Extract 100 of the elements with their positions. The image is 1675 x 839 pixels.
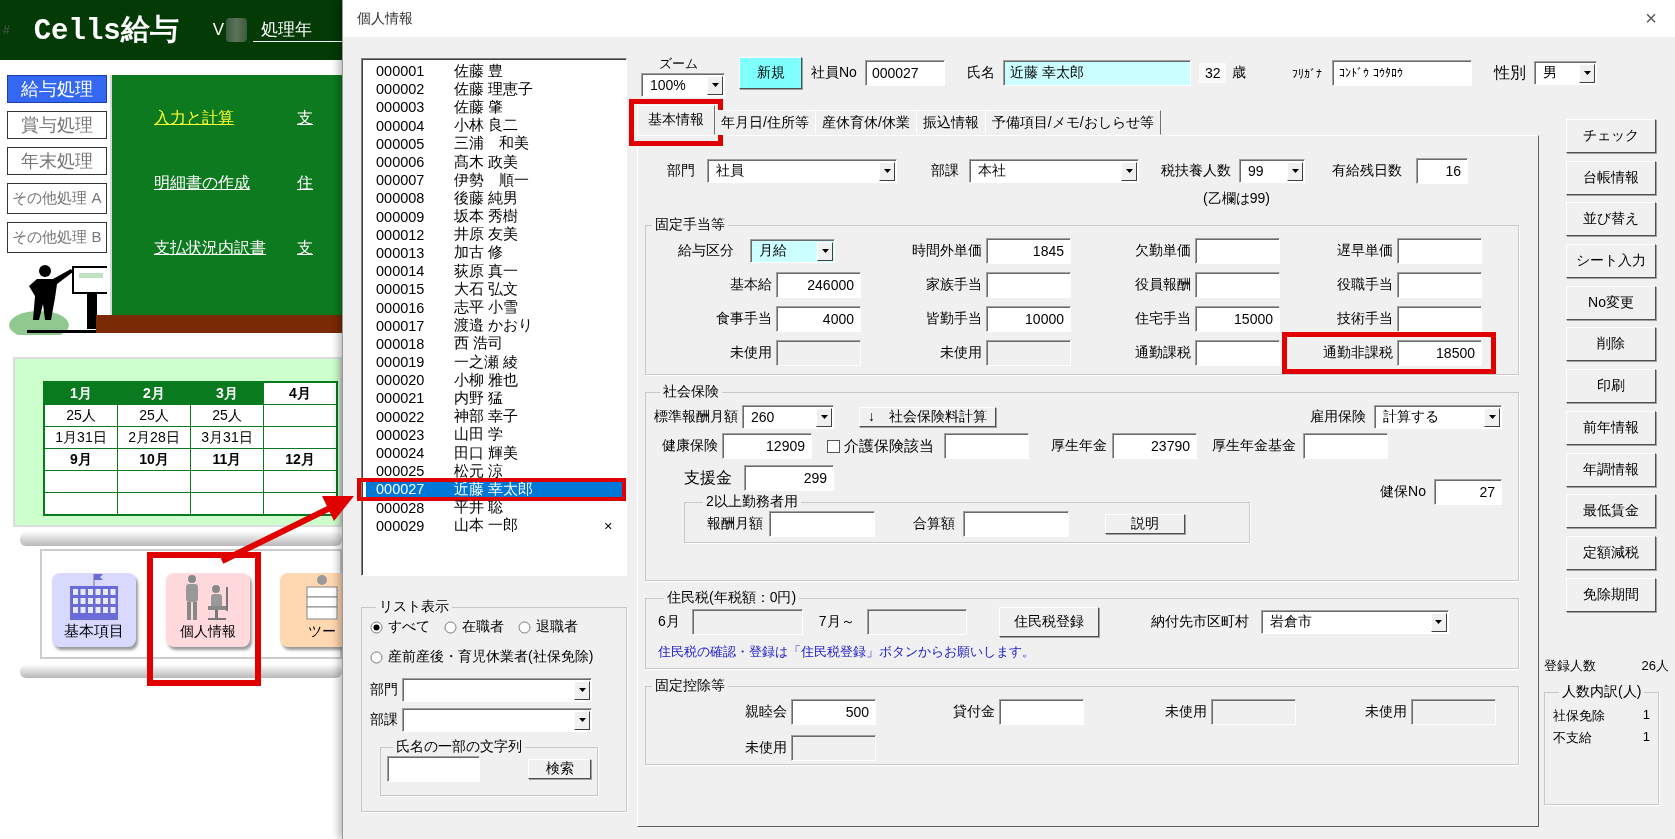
input-field[interactable]: 23790 xyxy=(1112,433,1197,459)
push-button[interactable]: 住民税登録 xyxy=(998,607,1099,637)
dropdown[interactable]: 男 xyxy=(1534,61,1598,85)
push-button[interactable]: 台帳情報 xyxy=(1566,160,1656,195)
input-field[interactable] xyxy=(999,699,1084,725)
menu-button[interactable]: その他処理 B xyxy=(7,222,107,253)
list-item[interactable]: 000007 伊勢 順一 xyxy=(366,171,623,190)
board-link[interactable]: 住 xyxy=(297,173,342,194)
input-field[interactable]: 18500 xyxy=(1397,340,1482,366)
list-item[interactable]: 000025 松元 涼 xyxy=(366,462,623,481)
tab[interactable]: 基本情報 xyxy=(637,105,715,135)
menu-tile[interactable]: 個人情報 xyxy=(166,573,250,647)
push-button[interactable]: No変更 xyxy=(1566,285,1656,320)
push-button[interactable]: 並び替え xyxy=(1566,202,1656,237)
input-field[interactable] xyxy=(986,272,1071,298)
list-item[interactable]: 000029 山本 一郎 × xyxy=(366,516,623,535)
dropdown[interactable]: 社員 xyxy=(707,159,897,183)
list-item[interactable]: 000024 田口 輝美 xyxy=(366,443,623,463)
input-field[interactable] xyxy=(1303,433,1388,459)
push-button[interactable]: 免除期間 xyxy=(1566,577,1656,612)
menu-tile[interactable]: ツー xyxy=(280,573,342,647)
list-item[interactable]: 000012 井原 友美 xyxy=(366,225,623,244)
push-button[interactable]: 削除 xyxy=(1566,327,1656,362)
list-item[interactable]: 000022 神部 幸子 xyxy=(366,407,623,426)
dropdown[interactable]: 100% xyxy=(641,73,725,97)
list-item[interactable]: 000018 西 浩司 xyxy=(366,334,623,353)
list-item[interactable]: 000019 一之瀬 綾 xyxy=(366,353,623,372)
dropdown[interactable]: 月給 xyxy=(750,239,835,263)
list-item[interactable]: 000006 髙木 政美 xyxy=(366,152,623,172)
list-item[interactable]: 000003 佐藤 肇 xyxy=(366,98,623,117)
list-item[interactable]: 000004 小林 良二 xyxy=(366,116,623,135)
menu-button[interactable]: 賞与処理 xyxy=(7,111,107,139)
input-field[interactable]: 4000 xyxy=(776,306,861,332)
push-button[interactable]: 説明 xyxy=(1105,514,1185,534)
board-link[interactable]: 支 xyxy=(297,108,342,129)
push-button[interactable]: ↓ 社会保険料計算 xyxy=(859,407,996,427)
list-item[interactable]: 000028 平井 聡 xyxy=(366,498,623,517)
list-item[interactable]: 000001 佐藤 豊 xyxy=(366,62,623,81)
dropdown[interactable] xyxy=(402,678,592,702)
input-field[interactable] xyxy=(1195,272,1280,298)
dropdown[interactable]: 岩倉市 xyxy=(1260,610,1449,634)
input-field[interactable] xyxy=(769,511,875,537)
input-field[interactable]: 15000 xyxy=(1195,306,1280,332)
push-button[interactable]: 検索 xyxy=(528,759,591,779)
tab[interactable]: 振込情報 xyxy=(915,110,986,135)
push-button[interactable]: シート入力 xyxy=(1566,244,1656,279)
board-link[interactable]: 入力と計算 xyxy=(154,108,297,129)
list-item[interactable]: 000020 小柳 雅也 xyxy=(366,371,623,390)
board-link[interactable]: 支払状況内訳書 xyxy=(154,238,297,259)
list-item[interactable]: 000015 大石 弘文 xyxy=(366,280,623,299)
list-item[interactable]: 000009 坂本 秀樹 xyxy=(366,207,623,226)
list-item[interactable]: 000016 志平 小雪 xyxy=(366,298,623,317)
list-item[interactable]: 000002 佐藤 理恵子 xyxy=(366,80,623,99)
board-link[interactable]: 支 xyxy=(297,238,342,259)
checkbox[interactable]: 介護保険該当 xyxy=(827,436,934,456)
dropdown[interactable] xyxy=(402,708,592,732)
board-link[interactable]: 明細書の作成 xyxy=(154,173,297,194)
input-field[interactable]: 近藤 幸太郎 xyxy=(1002,60,1191,86)
push-button[interactable]: 印刷 xyxy=(1566,369,1656,404)
radio-button[interactable]: 退職者 xyxy=(518,618,578,636)
radio-button[interactable]: 産前産後・育児休業者(社保免除) xyxy=(370,648,594,666)
tab[interactable]: 予備項目/メモ/おしらせ等 xyxy=(984,110,1161,135)
menu-button[interactable]: 給与処理 xyxy=(7,75,107,103)
tab[interactable]: 産休育休/休業 xyxy=(814,110,917,135)
push-button[interactable]: 最低賃金 xyxy=(1566,494,1656,529)
tab[interactable]: 年月日/住所等 xyxy=(714,110,816,135)
list-item[interactable]: 000013 加古 修 xyxy=(366,243,623,263)
dropdown[interactable]: 本社 xyxy=(969,159,1139,183)
push-button[interactable]: 年調情報 xyxy=(1566,452,1656,487)
list-item[interactable]: 000023 山田 学 xyxy=(366,425,623,444)
input-field[interactable]: 000027 xyxy=(864,60,945,86)
dropdown[interactable]: 260 xyxy=(742,405,834,429)
input-field[interactable]: 246000 xyxy=(776,272,861,298)
input-field[interactable]: 1845 xyxy=(986,238,1071,264)
push-button[interactable]: 前年情報 xyxy=(1566,410,1656,445)
radio-button[interactable]: 在職者 xyxy=(444,618,504,636)
input-field[interactable] xyxy=(963,511,1069,537)
input-field[interactable]: 500 xyxy=(791,699,876,725)
input-field[interactable] xyxy=(1195,238,1280,264)
input-field[interactable] xyxy=(1397,306,1482,332)
input-field[interactable]: 10000 xyxy=(986,306,1071,332)
input-field[interactable] xyxy=(1397,238,1482,264)
close-button[interactable]: × xyxy=(1641,7,1661,30)
input-field[interactable]: 16 xyxy=(1416,158,1468,184)
list-item[interactable]: 000021 内野 猛 xyxy=(366,389,623,408)
input-field[interactable]: ｺﾝﾄﾞｳ ｺｳﾀﾛｳ xyxy=(1332,60,1473,86)
input-field[interactable] xyxy=(387,756,480,782)
push-button[interactable]: 定額減税 xyxy=(1566,535,1656,570)
list-item[interactable]: 000005 三浦 和美 xyxy=(366,134,623,153)
new-button[interactable]: 新規 xyxy=(739,57,802,89)
input-field[interactable]: 12909 xyxy=(722,433,812,459)
radio-button[interactable]: すべて xyxy=(370,618,430,636)
dropdown[interactable]: 計算する xyxy=(1374,405,1502,429)
list-item[interactable]: 000008 後藤 純男 xyxy=(366,189,623,208)
menu-tile[interactable]: 基本項目 xyxy=(52,573,136,647)
input-field[interactable]: 27 xyxy=(1434,479,1502,505)
push-button[interactable]: チェック xyxy=(1566,119,1656,153)
menu-button[interactable]: 年末処理 xyxy=(7,147,107,175)
input-field[interactable] xyxy=(1397,272,1482,298)
input-field[interactable]: 299 xyxy=(744,465,834,491)
